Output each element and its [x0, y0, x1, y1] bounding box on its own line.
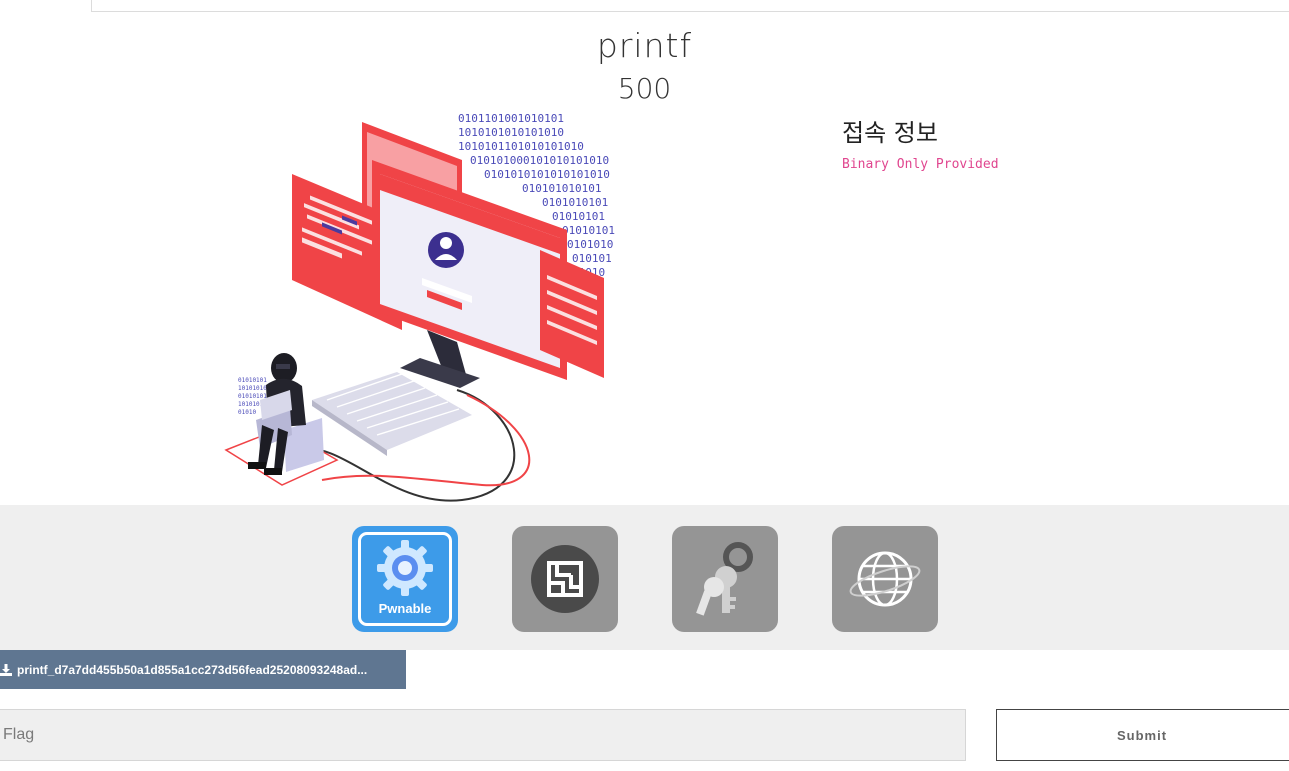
svg-text:0101010101010101010: 0101010101010101010	[484, 168, 610, 181]
hacker-illustration: 0101101001010101 1010101010101010 101010…	[224, 112, 615, 502]
svg-text:010101000101010101010: 010101000101010101010	[470, 154, 609, 167]
svg-text:0101010101: 0101010101	[542, 196, 608, 209]
svg-text:0101101001010101: 0101101001010101	[458, 112, 564, 125]
svg-text:1010101010101010: 1010101010101010	[458, 126, 564, 139]
svg-text:01010101: 01010101	[562, 224, 615, 237]
svg-text:01010101: 01010101	[552, 210, 605, 223]
category-pwnable[interactable]: Pwnable	[352, 526, 458, 632]
category-web[interactable]	[832, 526, 938, 632]
category-bar: Pwnable	[0, 505, 1289, 650]
category-label: Pwnable	[378, 601, 432, 616]
challenge-points: 500	[617, 72, 672, 105]
svg-text:010101010101: 010101010101	[522, 182, 601, 195]
svg-text:0101010: 0101010	[567, 238, 613, 251]
svg-text:01010101: 01010101	[238, 393, 267, 400]
svg-text:01010: 01010	[238, 409, 256, 416]
connection-value: Binary Only Provided	[842, 157, 999, 172]
flag-input[interactable]	[0, 709, 966, 761]
svg-text:10101010: 10101010	[238, 385, 267, 392]
gear-icon	[377, 540, 433, 596]
category-crypto[interactable]	[672, 526, 778, 632]
download-file-button[interactable]: printf_d7a7dd455b50a1d855a1cc273d56fead2…	[0, 650, 406, 689]
top-frame	[91, 0, 1289, 12]
category-reversing[interactable]	[512, 526, 618, 632]
challenge-title: printf	[596, 26, 693, 65]
svg-text:010101: 010101	[572, 252, 612, 265]
key-icon	[696, 542, 753, 616]
download-icon	[0, 663, 12, 676]
svg-text:1010101101010101010: 1010101101010101010	[458, 140, 584, 153]
maze-icon	[531, 545, 599, 613]
svg-text:01010101: 01010101	[238, 377, 267, 384]
connection-heading: 접속 정보	[842, 119, 938, 147]
globe-icon	[849, 551, 921, 607]
submit-button[interactable]: Submit	[996, 709, 1289, 761]
download-filename: printf_d7a7dd455b50a1d855a1cc273d56fead2…	[17, 662, 368, 677]
